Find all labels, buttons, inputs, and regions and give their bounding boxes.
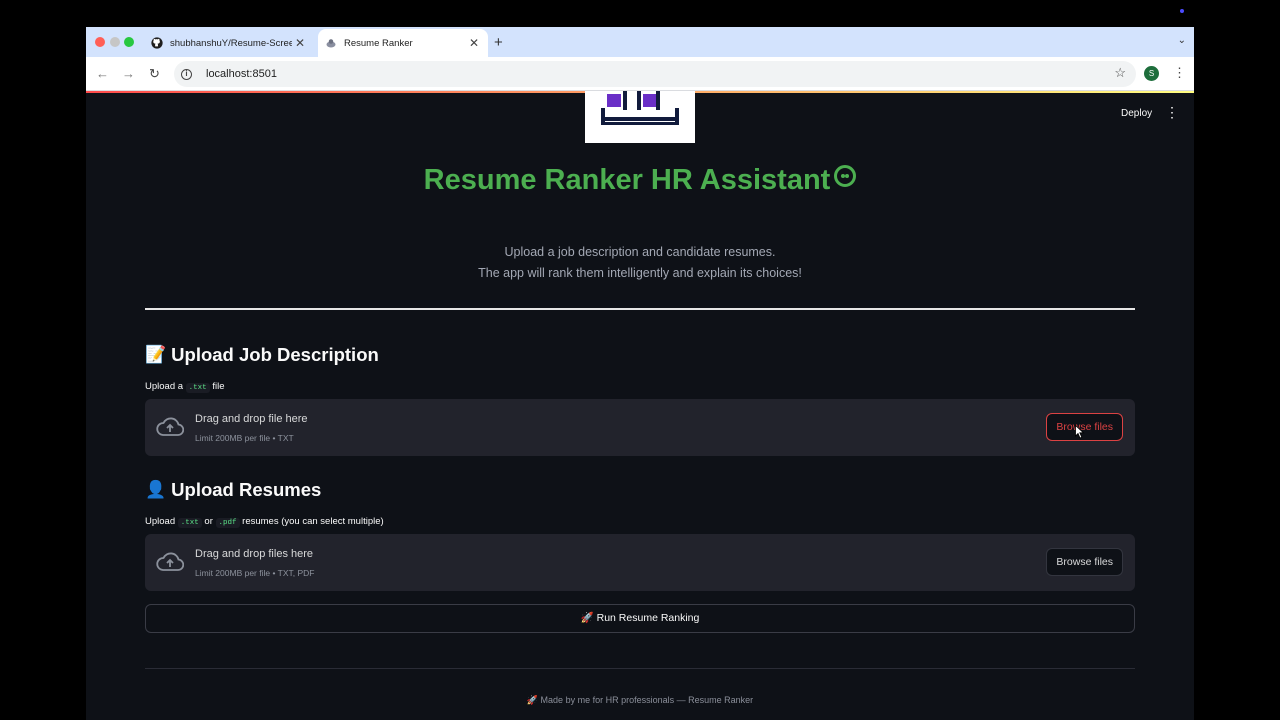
- tab-title: Resume Ranker: [344, 37, 413, 49]
- deploy-button[interactable]: Deploy: [1121, 108, 1152, 119]
- app-logo-image: [585, 91, 695, 143]
- footer-divider: [145, 668, 1135, 669]
- hint-text: or: [204, 516, 213, 527]
- job-description-heading: 📝 Upload Job Description: [145, 344, 379, 366]
- page-subtitle-line2: The app will rank them intelligently and…: [478, 266, 802, 280]
- tab-close-icon[interactable]: ✕: [292, 36, 308, 50]
- tab-resume-ranker[interactable]: Resume Ranker ✕: [318, 29, 488, 57]
- hint-code: .txt: [177, 518, 202, 528]
- job-upload-hint: Upload a .txt file: [145, 381, 225, 393]
- tab-github[interactable]: shubhanshuY/Resume-Screen ✕: [144, 29, 314, 57]
- chevron-down-icon[interactable]: ⌄: [1178, 35, 1186, 46]
- toolbar: ← → ↻ i localhost:8501 ☆ S ⋮: [86, 57, 1194, 91]
- tab-title: shubhanshuY/Resume-Screen: [170, 37, 292, 49]
- tab-close-icon[interactable]: ✕: [466, 36, 482, 50]
- job-description-dropzone[interactable]: Drag and drop file here Limit 200MB per …: [145, 399, 1135, 456]
- page-subtitle-line1: Upload a job description and candidate r…: [504, 245, 776, 259]
- page-title-text: Resume Ranker HR Assistant: [423, 164, 831, 196]
- window-close-button[interactable]: [95, 37, 105, 47]
- browse-files-button[interactable]: Browse files: [1046, 548, 1123, 576]
- dropzone-title: Drag and drop file here: [195, 413, 308, 425]
- robot-icon: [834, 165, 857, 187]
- streamlit-icon: [324, 37, 337, 50]
- hint-text: resumes (you can select multiple): [242, 516, 384, 527]
- site-info-icon[interactable]: i: [181, 68, 192, 80]
- run-resume-ranking-button[interactable]: 🚀 Run Resume Ranking: [145, 604, 1135, 633]
- cloud-upload-icon: [156, 552, 184, 571]
- browser-window: shubhanshuY/Resume-Screen ✕ Resume Ranke…: [86, 27, 1194, 720]
- window-minimize-button[interactable]: [110, 37, 120, 47]
- person-icon: 👤: [145, 480, 167, 499]
- dropzone-limit: Limit 200MB per file • TXT: [195, 433, 294, 443]
- app-content: Deploy ⋮ Resume Ranker HR Assistant Uplo…: [86, 91, 1194, 720]
- divider: [145, 308, 1135, 310]
- back-arrow-icon[interactable]: ←: [96, 66, 109, 81]
- cloud-upload-icon: [156, 417, 184, 436]
- tab-bar: shubhanshuY/Resume-Screen ✕ Resume Ranke…: [86, 27, 1194, 57]
- resumes-dropzone[interactable]: Drag and drop files here Limit 200MB per…: [145, 534, 1135, 591]
- screen-recording-dot: [1180, 9, 1184, 13]
- hint-text: file: [212, 381, 225, 392]
- url-text: localhost:8501: [206, 68, 277, 80]
- hint-text: Upload: [145, 516, 176, 527]
- github-icon: [150, 37, 163, 50]
- forward-arrow-icon[interactable]: →: [122, 66, 135, 81]
- main-menu-icon[interactable]: ⋮: [1165, 105, 1179, 119]
- bookmark-star-icon[interactable]: ☆: [1114, 65, 1126, 81]
- resumes-heading: 👤 Upload Resumes: [145, 479, 321, 501]
- job-description-heading-text: Upload Job Description: [171, 344, 379, 365]
- dropzone-limit: Limit 200MB per file • TXT, PDF: [195, 568, 315, 578]
- reload-icon[interactable]: ↻: [149, 66, 160, 82]
- memo-icon: 📝: [145, 345, 167, 364]
- mouse-cursor-icon: [1075, 425, 1085, 439]
- resumes-upload-hint: Upload .txt or .pdf resumes (you can sel…: [145, 516, 384, 528]
- dropzone-title: Drag and drop files here: [195, 548, 314, 560]
- more-menu-icon[interactable]: ⋮: [1173, 65, 1186, 81]
- window-maximize-button[interactable]: [124, 37, 134, 47]
- hint-code: .txt: [185, 383, 210, 393]
- address-bar[interactable]: i localhost:8501 ☆: [174, 61, 1136, 87]
- resumes-heading-text: Upload Resumes: [171, 479, 322, 500]
- footer-text: 🚀 Made by me for HR professionals — Resu…: [526, 695, 754, 705]
- profile-avatar[interactable]: S: [1144, 66, 1159, 81]
- new-tab-icon[interactable]: +: [494, 34, 503, 51]
- hint-text: Upload a: [145, 381, 184, 392]
- page-title: Resume Ranker HR Assistant: [86, 164, 1194, 197]
- hint-code: .pdf: [215, 518, 240, 528]
